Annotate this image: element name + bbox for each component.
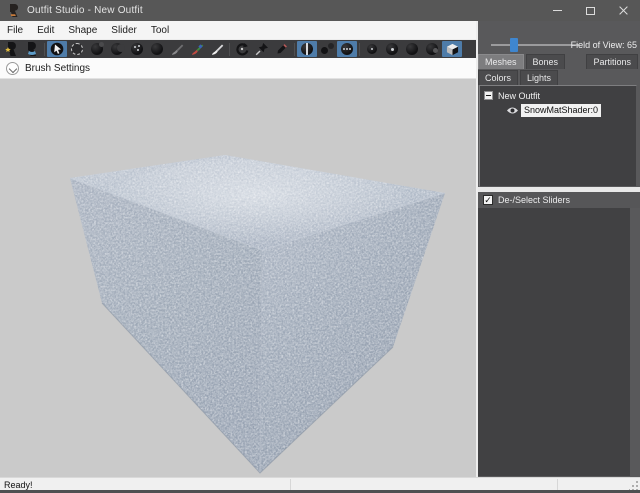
tab-lights[interactable]: Lights bbox=[520, 70, 558, 85]
deselect-sliders-checkbox[interactable]: ✓ bbox=[483, 195, 493, 205]
right-panel-tabs-row2: Colors Lights bbox=[478, 70, 640, 85]
vertex-large-icon bbox=[386, 43, 398, 55]
tab-colors[interactable]: Colors bbox=[478, 70, 518, 85]
maximize-icon bbox=[586, 7, 595, 15]
menu-file[interactable]: File bbox=[0, 21, 30, 40]
inflate-brush-button[interactable] bbox=[87, 41, 107, 57]
move-brush-button[interactable] bbox=[147, 41, 167, 57]
transform-rotate-icon bbox=[235, 42, 249, 56]
menu-tool[interactable]: Tool bbox=[144, 21, 176, 40]
minimize-icon bbox=[553, 10, 562, 11]
vertex-display-2-button[interactable] bbox=[382, 41, 402, 57]
perspective-cube-icon bbox=[446, 43, 459, 56]
select-cursor-icon bbox=[50, 42, 64, 56]
resize-grip[interactable] bbox=[629, 481, 638, 490]
xmirror-icon bbox=[301, 43, 313, 55]
snow-cube-mesh bbox=[0, 79, 477, 477]
minimize-button[interactable] bbox=[541, 0, 574, 21]
vertex-shaded-icon bbox=[426, 43, 438, 55]
fov-strip: Field of View: 65 bbox=[477, 21, 640, 54]
new-project-button[interactable] bbox=[2, 41, 22, 57]
collapse-icon[interactable] bbox=[484, 91, 493, 100]
main-toolbar bbox=[0, 40, 477, 58]
tab-meshes[interactable]: Meshes bbox=[478, 54, 524, 69]
load-project-icon bbox=[25, 42, 39, 56]
edit-pencil-button[interactable] bbox=[272, 41, 292, 57]
deflate-brush-icon bbox=[111, 43, 123, 55]
app-icon bbox=[8, 4, 20, 17]
brush-settings-header[interactable]: Brush Settings bbox=[0, 58, 477, 79]
mask-brush-button[interactable] bbox=[67, 41, 87, 57]
toolbar-separator bbox=[44, 43, 45, 56]
outfit-studio-window: Outfit Studio - New Outfit File Edit Sha… bbox=[0, 0, 640, 493]
select-tool-button[interactable] bbox=[47, 41, 67, 57]
tree-item-label-selected[interactable]: SnowMatShader:0 bbox=[521, 104, 601, 117]
status-bar: Ready! bbox=[0, 477, 640, 490]
slider-list-panel[interactable] bbox=[478, 208, 630, 476]
eye-icon[interactable] bbox=[506, 106, 519, 115]
tree-root-label[interactable]: New Outfit bbox=[498, 91, 540, 101]
tab-partitions[interactable]: Partitions bbox=[586, 54, 638, 69]
load-project-button[interactable] bbox=[22, 41, 42, 57]
move-brush-icon bbox=[151, 43, 163, 55]
weight-brush-icon bbox=[170, 42, 184, 56]
vertex-display-4-button[interactable] bbox=[422, 41, 442, 57]
pin-icon bbox=[255, 42, 269, 56]
status-separator bbox=[290, 479, 291, 490]
toolbar-separator bbox=[294, 43, 295, 56]
vertex-display-3-button[interactable] bbox=[402, 41, 422, 57]
color-brush-button[interactable] bbox=[187, 41, 207, 57]
status-text: Ready! bbox=[4, 480, 33, 490]
pencil-icon bbox=[275, 42, 289, 56]
connected-only-button[interactable] bbox=[317, 41, 337, 57]
connected-vertices-icon bbox=[321, 43, 334, 55]
collision-icon bbox=[341, 43, 353, 55]
inflate-brush-icon bbox=[91, 43, 103, 55]
tab-bones[interactable]: Bones bbox=[526, 54, 566, 69]
new-project-icon bbox=[5, 42, 19, 56]
menu-slider[interactable]: Slider bbox=[104, 21, 144, 40]
menu-edit[interactable]: Edit bbox=[30, 21, 61, 40]
fov-slider-track[interactable] bbox=[491, 44, 579, 46]
brush-collision-button[interactable] bbox=[337, 41, 357, 57]
viewport-panel-divider[interactable] bbox=[476, 21, 478, 477]
slider-section-header: ✓ De-/Select Sliders bbox=[477, 192, 640, 208]
fov-slider-handle[interactable] bbox=[510, 38, 518, 52]
perspective-toggle-button[interactable] bbox=[442, 41, 462, 57]
title-bar[interactable]: Outfit Studio - New Outfit bbox=[0, 0, 640, 21]
menu-bar: File Edit Shape Slider Tool bbox=[0, 21, 477, 40]
deselect-sliders-label: De-/Select Sliders bbox=[498, 195, 570, 205]
transform-tool-button[interactable] bbox=[232, 41, 252, 57]
alpha-brush-icon bbox=[210, 42, 224, 56]
close-icon bbox=[618, 5, 629, 16]
mesh-tree: New Outfit SnowMatShader:0 bbox=[479, 85, 637, 187]
tree-item-row[interactable]: SnowMatShader:0 bbox=[480, 104, 636, 117]
toolbar-separator bbox=[359, 43, 360, 56]
close-button[interactable] bbox=[607, 0, 640, 21]
status-separator bbox=[557, 479, 558, 490]
pin-tool-button[interactable] bbox=[252, 41, 272, 57]
vertex-small-icon bbox=[367, 44, 377, 54]
tree-root-row[interactable]: New Outfit bbox=[480, 89, 636, 102]
vertex-display-1-button[interactable] bbox=[362, 41, 382, 57]
chevron-down-icon[interactable] bbox=[6, 62, 19, 75]
smooth-brush-icon bbox=[131, 43, 143, 55]
weight-brush-button[interactable] bbox=[167, 41, 187, 57]
viewport-3d[interactable] bbox=[0, 79, 477, 477]
menu-shape[interactable]: Shape bbox=[61, 21, 104, 40]
window-title: Outfit Studio - New Outfit bbox=[27, 5, 143, 16]
brush-settings-label: Brush Settings bbox=[25, 63, 90, 74]
smooth-brush-button[interactable] bbox=[127, 41, 147, 57]
mask-brush-icon bbox=[71, 43, 83, 55]
maximize-button[interactable] bbox=[574, 0, 607, 21]
color-brush-icon bbox=[190, 42, 204, 56]
xmirror-toggle-button[interactable] bbox=[297, 41, 317, 57]
toolbar-separator bbox=[229, 43, 230, 56]
alpha-brush-button[interactable] bbox=[207, 41, 227, 57]
vertex-filled-icon bbox=[406, 43, 418, 55]
right-panel-tabs-row1: Meshes Bones Partitions bbox=[478, 54, 640, 70]
deflate-brush-button[interactable] bbox=[107, 41, 127, 57]
fov-label: Field of View: 65 bbox=[571, 40, 637, 50]
